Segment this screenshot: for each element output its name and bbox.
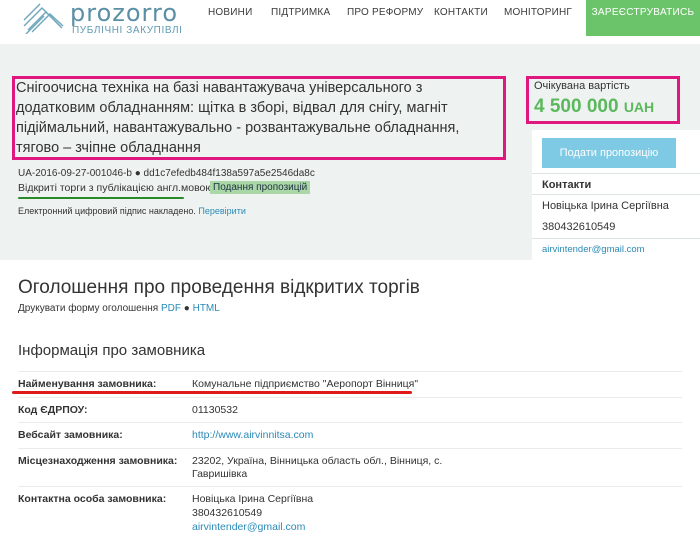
row-divider — [18, 422, 682, 423]
top-navigation: prozorro ПУБЛІЧНІ ЗАКУПІВЛІ НОВИНИ ПІДТР… — [0, 0, 700, 44]
contact-person-email-link[interactable]: airvintender@gmail.com — [192, 521, 305, 533]
contact-email-link[interactable]: airvintender@gmail.com — [542, 244, 645, 255]
nav-news[interactable]: НОВИНИ — [208, 7, 252, 18]
tender-title: Снігоочисна техніка на базі навантажувач… — [16, 80, 460, 156]
row-divider — [18, 486, 682, 487]
logo-subtitle: ПУБЛІЧНІ ЗАКУПІВЛІ — [72, 25, 183, 36]
contact-person-phone: 380432610549 — [192, 507, 263, 519]
expected-value-label: Очікувана вартість — [534, 80, 630, 92]
price-amount: 4 500 000 — [534, 96, 619, 117]
customer-section-title: Інформація про замовника — [18, 342, 206, 359]
customer-name-label: Найменування замовника: — [18, 378, 157, 390]
contact-phone: 380432610549 — [542, 221, 616, 233]
website-link[interactable]: http://www.airvinnitsa.com — [192, 429, 313, 441]
print-separator: ● — [183, 303, 190, 314]
sidebar-divider — [532, 173, 700, 174]
location-value-line: Гавришівка — [192, 468, 248, 480]
prozorro-logo[interactable]: prozorro ПУБЛІЧНІ ЗАКУПІВЛІ — [18, 0, 182, 40]
print-form-line: Друкувати форму оголошення PDF ● HTML — [18, 303, 220, 314]
nav-about-reform[interactable]: ПРО РЕФОРМУ — [347, 7, 423, 18]
expected-value-amount: 4 500 000 UAH — [534, 96, 654, 118]
row-divider — [18, 371, 682, 372]
esign-text: Електронний цифровий підпис накладено. — [18, 206, 196, 216]
edrpou-label: Код ЄДРПОУ: — [18, 404, 88, 416]
print-form-text: Друкувати форму оголошення — [18, 303, 159, 314]
nav-support[interactable]: ПІДТРИМКА — [271, 7, 330, 18]
row-divider — [18, 397, 682, 398]
esign-verify-link[interactable]: Перевірити — [198, 206, 245, 216]
submit-proposal-button[interactable]: Подати пропозицію — [542, 138, 676, 168]
customer-name-value: Комунальне підприємство "Аеропорт Вінниц… — [192, 378, 419, 390]
announcement-title: Оголошення про проведення відкритих торг… — [18, 277, 420, 298]
contact-person-label: Контактна особа замовника: — [18, 493, 167, 505]
print-pdf-link[interactable]: PDF — [161, 303, 181, 314]
sidebar-divider — [532, 238, 700, 239]
logo-mark-icon — [23, 3, 64, 34]
procedure-type: Відкриті торги з публікацією англ.мовою — [18, 182, 214, 194]
website-label: Вебсайт замовника: — [18, 429, 123, 441]
row-divider — [18, 448, 682, 449]
location-label: Місцезнаходження замовника: — [18, 455, 178, 467]
procedure-type-underline — [18, 197, 184, 199]
sidebar-divider — [532, 194, 700, 195]
contact-name: Новіцька Ірина Сергіївна — [542, 200, 669, 212]
esign-notice: Електронний цифровий підпис накладено. П… — [18, 206, 246, 216]
print-html-link[interactable]: HTML — [193, 303, 220, 314]
price-currency: UAH — [623, 99, 655, 115]
nav-monitoring[interactable]: МОНІТОРИНГ — [504, 7, 572, 18]
status-badge: Подання пропозицій — [210, 181, 311, 194]
contacts-title: Контакти — [542, 179, 592, 191]
customer-name-underline — [12, 391, 412, 394]
logo-text: prozorro — [70, 0, 179, 27]
nav-contacts[interactable]: КОНТАКТИ — [434, 7, 488, 18]
contact-person-name: Новіцька Ірина Сергіївна — [192, 493, 314, 505]
location-value-line: 23202, Україна, Вінницька область обл., … — [192, 455, 443, 467]
register-button[interactable]: ЗАРЕЄСТРУВАТИСЬ — [586, 0, 700, 36]
edrpou-value: 01130532 — [192, 404, 238, 416]
tender-id: UA-2016-09-27-001046-b ● dd1c7efedb484f1… — [18, 168, 315, 179]
